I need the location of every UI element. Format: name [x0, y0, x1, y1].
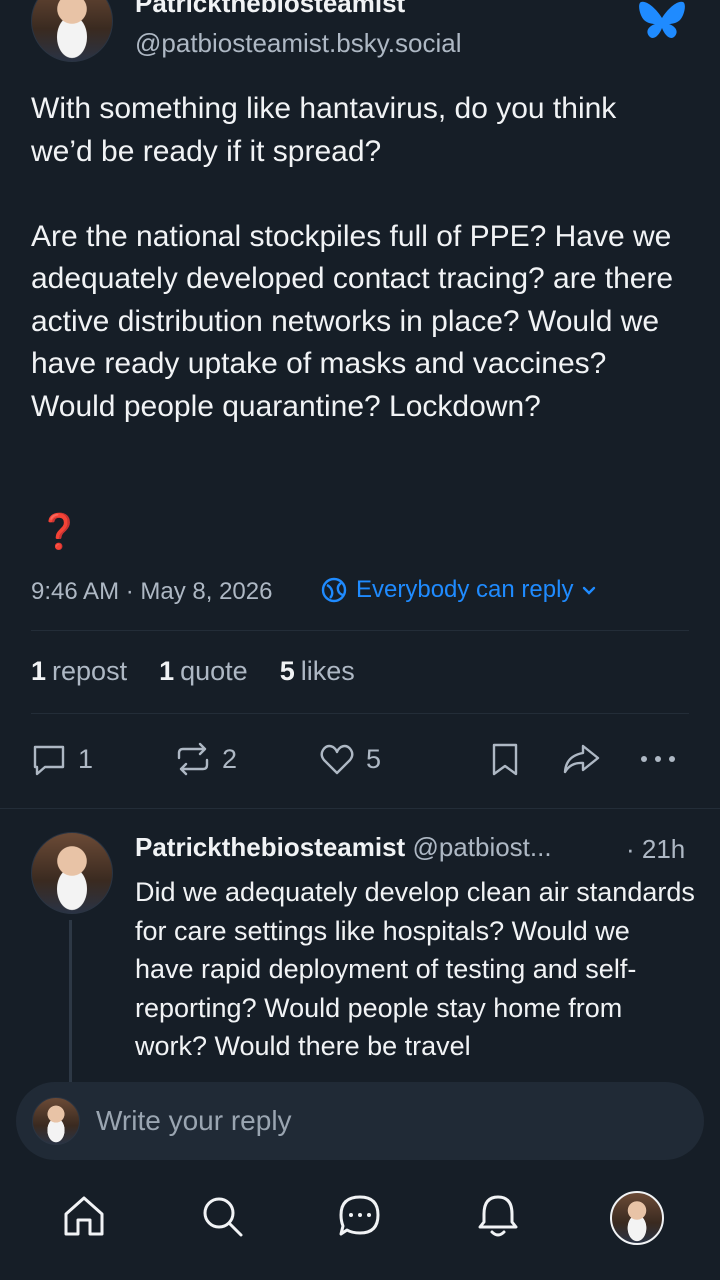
post-text: With something like hantavirus, do you t… — [31, 92, 674, 423]
quotes-label: quote — [180, 656, 248, 686]
search-icon[interactable] — [198, 1192, 246, 1245]
more-icon — [638, 740, 678, 778]
quotes-stat[interactable]: 1 quote — [159, 656, 248, 687]
reply-author-line[interactable]: Patrickthebiosteamist @patbiost... — [135, 832, 552, 863]
reply-composer[interactable]: Write your reply — [16, 1082, 704, 1160]
reply-icon — [30, 740, 68, 778]
like-icon — [318, 740, 356, 778]
repost-count: 2 — [222, 743, 238, 774]
reply-time: · 21h — [626, 834, 686, 864]
reply-author-avatar[interactable] — [31, 832, 113, 914]
quotes-count: 1 — [159, 656, 175, 686]
likes-count: 5 — [279, 656, 295, 686]
reposts-count: 1 — [31, 656, 47, 686]
author-name[interactable]: Patrickthebiosteamist — [135, 0, 405, 19]
chevron-down-icon — [581, 582, 597, 598]
divider — [31, 630, 689, 631]
bottom-nav — [0, 1160, 720, 1280]
reposts-label: repost — [52, 656, 128, 686]
reposts-stat[interactable]: 1 repost — [31, 656, 127, 687]
reply-count: 1 — [78, 743, 94, 774]
repost-button[interactable]: 2 — [174, 740, 237, 778]
reply-button[interactable]: 1 — [30, 740, 93, 778]
profile-avatar[interactable] — [610, 1191, 664, 1245]
divider — [0, 808, 720, 809]
post-timestamp: 9:46 AM · May 8, 2026 — [31, 578, 273, 605]
reply-input-placeholder: Write your reply — [96, 1105, 292, 1136]
likes-label: likes — [300, 656, 355, 686]
like-count: 5 — [366, 743, 382, 774]
likes-stat[interactable]: 5 likes — [280, 656, 355, 687]
share-button[interactable] — [561, 740, 601, 778]
like-button[interactable]: 5 — [318, 740, 381, 778]
chat-icon[interactable] — [336, 1192, 384, 1245]
thread-line — [69, 920, 72, 1085]
reply-permission-button[interactable]: Everybody can reply — [320, 576, 597, 604]
author-avatar[interactable] — [31, 0, 113, 62]
bell-icon[interactable] — [474, 1192, 522, 1245]
reply-author-name: Patrickthebiosteamist — [135, 832, 406, 862]
reply-permission-label: Everybody can reply — [356, 576, 574, 603]
divider — [31, 713, 689, 714]
bookmark-button[interactable] — [487, 740, 523, 778]
question-emoji: ❓ — [38, 513, 81, 551]
composer-avatar — [32, 1097, 80, 1145]
butterfly-logo-icon — [638, 0, 686, 44]
post-stats: 1 repost 1 quote 5 likes — [31, 656, 355, 687]
repost-icon — [174, 740, 212, 778]
more-button[interactable] — [638, 740, 678, 778]
reply-text: Did we adequately develop clean air stan… — [135, 877, 695, 1061]
globe-icon — [320, 576, 348, 604]
share-icon — [561, 740, 601, 778]
reply-author-handle: @patbiost... — [412, 832, 552, 862]
bookmark-icon — [487, 740, 523, 778]
home-icon[interactable] — [60, 1192, 108, 1245]
author-handle[interactable]: @patbiosteamist.bsky.social — [135, 28, 462, 59]
